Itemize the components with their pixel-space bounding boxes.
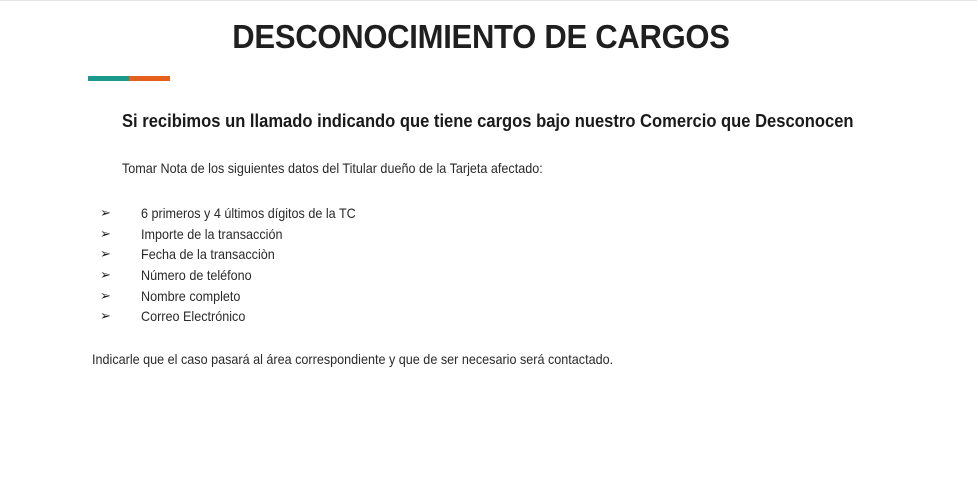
accent-bar <box>88 76 170 81</box>
arrow-bullet-icon: ➢ <box>100 308 111 324</box>
accent-bar-teal <box>88 76 129 81</box>
list-item: ➢ 6 primeros y 4 últimos dígitos de la T… <box>100 203 380 224</box>
list-item: ➢ Fecha de la transacciòn <box>100 244 380 265</box>
list-item-text: Correo Electrónico <box>141 308 246 325</box>
list-item-text: Importe de la transacción <box>141 225 283 242</box>
list-item: ➢ Correo Electrónico <box>100 306 380 327</box>
list-item: ➢ Número de teléfono <box>100 265 380 286</box>
closing-text: Indicarle que el caso pasará al área cor… <box>92 351 614 367</box>
list-item-text: 6 primeros y 4 últimos dígitos de la TC <box>141 205 356 222</box>
list-item-text: Número de teléfono <box>141 267 252 284</box>
page-title: DESCONOCIMIENTO DE CARGOS <box>232 18 730 55</box>
arrow-bullet-icon: ➢ <box>100 205 111 221</box>
top-divider <box>0 0 977 1</box>
section-heading: Si recibimos un llamado indicando que ti… <box>122 111 854 131</box>
instruction-text: Tomar Nota de los siguientes datos del T… <box>122 160 543 176</box>
arrow-bullet-icon: ➢ <box>100 287 111 303</box>
arrow-bullet-icon: ➢ <box>100 267 111 283</box>
list-item: ➢ Importe de la transacción <box>100 224 380 245</box>
list-item: ➢ Nombre completo <box>100 285 380 306</box>
list-item-text: Nombre completo <box>141 287 241 304</box>
list-item-text: Fecha de la transacciòn <box>141 246 275 263</box>
required-data-list: ➢ 6 primeros y 4 últimos dígitos de la T… <box>100 203 380 327</box>
arrow-bullet-icon: ➢ <box>100 246 111 262</box>
accent-bar-orange <box>129 76 170 81</box>
arrow-bullet-icon: ➢ <box>100 225 111 241</box>
